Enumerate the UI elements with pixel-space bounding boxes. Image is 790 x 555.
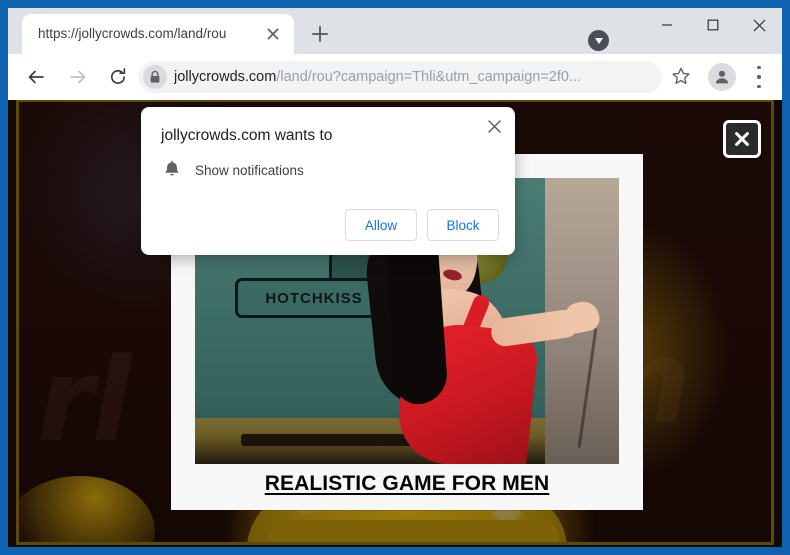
- forward-button[interactable]: [64, 63, 92, 91]
- ad-image-plate-text: HOTCHKISS: [265, 289, 363, 307]
- menu-dot: [757, 75, 761, 79]
- permission-request-label: Show notifications: [195, 162, 304, 178]
- window-close-button[interactable]: [736, 9, 782, 41]
- dialog-close-icon[interactable]: [483, 115, 505, 137]
- three-dot-menu-icon[interactable]: [750, 66, 768, 88]
- back-button[interactable]: [22, 63, 50, 91]
- menu-dot: [757, 66, 761, 70]
- window-maximize-button[interactable]: [690, 9, 736, 41]
- tab-close-icon[interactable]: [264, 25, 282, 43]
- url-domain: jollycrowds.com: [174, 69, 277, 85]
- reload-button[interactable]: [104, 63, 132, 91]
- background-dome-base: [269, 520, 559, 542]
- watermark-left: rl: [37, 334, 131, 468]
- new-tab-button[interactable]: [308, 22, 332, 46]
- lock-icon: [143, 65, 167, 89]
- browser-tab[interactable]: https://jollycrowds.com/land/rou: [22, 14, 294, 54]
- address-bar-url: jollycrowds.com/land/rou?campaign=Thli&u…: [174, 68, 644, 86]
- tab-title: https://jollycrowds.com/land/rou: [38, 26, 227, 41]
- bell-icon: [161, 159, 183, 181]
- dialog-actions: Allow Block: [345, 209, 499, 241]
- address-bar[interactable]: jollycrowds.com/land/rou?campaign=Thli&u…: [138, 61, 662, 93]
- menu-dot: [757, 84, 761, 88]
- tab-strip: https://jollycrowds.com/land/rou: [8, 8, 782, 54]
- window-minimize-button[interactable]: [644, 9, 690, 41]
- block-button[interactable]: Block: [427, 209, 499, 241]
- os-window-frame: https://jollycrowds.com/land/rou jollycr…: [0, 0, 790, 555]
- allow-button[interactable]: Allow: [345, 209, 417, 241]
- chrome-browser-window: https://jollycrowds.com/land/rou jollycr…: [8, 8, 782, 547]
- star-icon[interactable]: [670, 65, 694, 89]
- permission-request-row: Show notifications: [161, 159, 304, 181]
- background-glow-left: [19, 476, 155, 542]
- url-path: /land/rou?campaign=Thli&utm_campaign=2f0…: [276, 69, 582, 85]
- overlay-close-button[interactable]: [723, 120, 761, 158]
- notification-permission-dialog: jollycrowds.com wants to Show notificati…: [141, 107, 515, 255]
- account-avatar-icon[interactable]: [708, 63, 736, 91]
- dialog-heading: jollycrowds.com wants to: [161, 127, 333, 144]
- browser-toolbar: jollycrowds.com/land/rou?campaign=Thli&u…: [8, 54, 782, 100]
- ad-title-link[interactable]: REALISTIC GAME FOR MEN: [171, 472, 643, 496]
- window-controls: [602, 8, 782, 42]
